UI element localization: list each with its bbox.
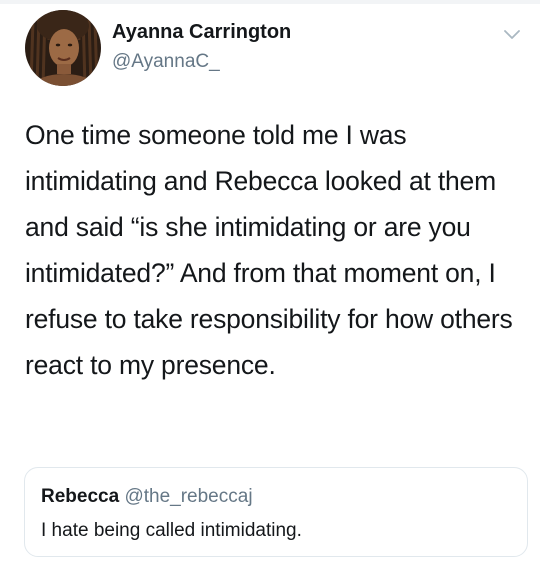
quoted-author-handle: @the_rebeccaj bbox=[124, 486, 253, 507]
author-display-name[interactable]: Ayanna Carrington bbox=[112, 20, 291, 44]
top-divider bbox=[0, 0, 540, 4]
tweet-text: One time someone told me I was intimidat… bbox=[25, 120, 513, 380]
tweet-author: Ayanna Carrington @AyannaC_ bbox=[112, 20, 291, 74]
avatar-image bbox=[25, 10, 101, 86]
quoted-tweet-header: Rebecca @the_rebeccaj bbox=[41, 486, 253, 508]
quoted-author-display-name: Rebecca bbox=[41, 486, 120, 507]
author-handle[interactable]: @AyannaC_ bbox=[112, 50, 291, 74]
quoted-tweet-text: I hate being called intimidating. bbox=[41, 520, 302, 541]
chevron-down-icon[interactable] bbox=[502, 28, 522, 42]
avatar[interactable] bbox=[25, 10, 101, 86]
quoted-tweet[interactable]: Rebecca @the_rebeccaj I hate being calle… bbox=[24, 467, 528, 557]
